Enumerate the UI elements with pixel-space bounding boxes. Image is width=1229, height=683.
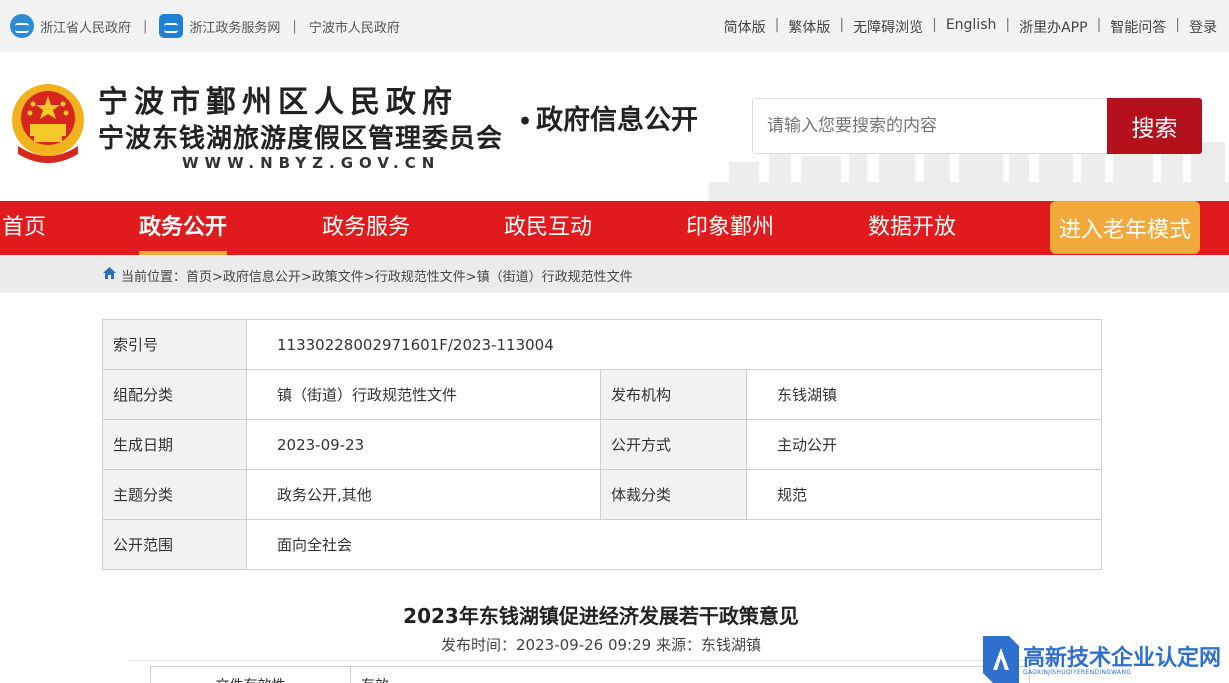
index-label: 索引号 xyxy=(102,319,247,370)
zhejiang-gov-link[interactable]: 浙江省人民政府 xyxy=(10,14,131,38)
watermark-pinyin: GAOXINJISHUQIYERENDINGWANG xyxy=(1023,669,1132,676)
national-emblem-icon xyxy=(12,84,84,163)
divider: | xyxy=(1005,17,1011,33)
zhejiang-service-link-text: 浙江政务服务网 xyxy=(189,20,281,36)
document-info-table: 索引号 11330228002971601F/2023-113004 组配分类 … xyxy=(102,319,1102,570)
date-label: 生成日期 xyxy=(102,419,247,470)
top-utility-bar: 浙江省人民政府 | 浙江政务服务网 | 宁波市人民政府 简体版 | 繁体版 | … xyxy=(0,0,1229,52)
divider: | xyxy=(292,18,297,34)
divider: | xyxy=(1096,17,1102,33)
divider: | xyxy=(932,17,937,33)
ningbo-gov-link-text: 宁波市人民政府 xyxy=(308,20,400,36)
section-title-dot: • xyxy=(518,109,533,135)
site-title-line2: 宁波东钱湖旅游度假区管理委员会 xyxy=(98,124,504,154)
source-value: 东钱湖镇 xyxy=(700,636,761,654)
search-box: 搜索 xyxy=(752,98,1202,154)
table-row: 主题分类 政务公开,其他 体裁分类 规范 xyxy=(102,469,1102,520)
ningbo-gov-link[interactable]: 宁波市人民政府 xyxy=(309,17,400,36)
index-value: 11330228002971601F/2023-113004 xyxy=(246,319,1102,370)
source-label: 来源： xyxy=(655,636,701,654)
zhejiang-gov-link-text: 浙江省人民政府 xyxy=(40,20,132,36)
nav-interaction[interactable]: 政民互动 xyxy=(504,201,592,255)
published-label: 发布时间： xyxy=(441,636,517,654)
nav-impression-yinzhou[interactable]: 印象鄞州 xyxy=(686,201,774,255)
top-left-links: 浙江省人民政府 | 浙江政务服务网 | 宁波市人民政府 xyxy=(10,14,400,38)
zhejiang-service-logo-icon xyxy=(159,14,184,38)
scope-value: 面向全社会 xyxy=(246,519,1102,570)
scope-label: 公开范围 xyxy=(102,519,247,570)
nav-home[interactable]: 首页 xyxy=(2,201,46,255)
breadcrumb-label: 当前位置： xyxy=(121,270,187,285)
watermark-title: 高新技术企业认定网 xyxy=(1023,646,1222,671)
watermark-logo-icon xyxy=(983,636,1019,683)
published-value: 2023-09-26 09:29 xyxy=(516,636,652,654)
home-icon xyxy=(103,267,116,279)
publisher-label: 发布机构 xyxy=(600,369,747,420)
divider: | xyxy=(774,17,780,33)
category-label: 组配分类 xyxy=(102,369,247,420)
table-row: 公开范围 面向全社会 xyxy=(102,519,1102,570)
simplified-chinese-link[interactable]: 简体版 xyxy=(724,17,766,37)
category-value: 镇（街道）行政规范性文件 xyxy=(246,369,601,420)
topic-label: 主题分类 xyxy=(102,469,247,520)
date-value: 2023-09-23 xyxy=(246,419,601,470)
zheliban-app-link[interactable]: 浙里办APP xyxy=(1019,17,1087,37)
table-row: 文件有效性 有效 xyxy=(150,666,1030,683)
section-title-text: 政府信息公开 xyxy=(536,105,699,136)
search-button[interactable]: 搜索 xyxy=(1107,98,1202,154)
section-title: • 政府信息公开 xyxy=(518,98,698,137)
nav-gov-services[interactable]: 政务服务 xyxy=(322,201,410,255)
divider: | xyxy=(1175,17,1180,33)
publisher-value: 东钱湖镇 xyxy=(746,369,1102,420)
breadcrumb-path[interactable]: 首页>政府信息公开>政策文件>行政规范性文件>镇（街道）行政规范性文件 xyxy=(186,270,633,285)
method-value: 主动公开 xyxy=(746,419,1102,470)
top-right-links: 简体版 | 繁体版 | 无障碍浏览 | English | 浙里办APP | 智… xyxy=(724,17,1217,37)
zhejiang-gov-logo-icon xyxy=(10,14,34,38)
search-input[interactable] xyxy=(753,99,1107,153)
validity-label: 文件有效性 xyxy=(150,666,351,683)
watermark: 高新技术企业认定网 GAOXINJISHUQIYERENDINGWANG xyxy=(983,636,1229,683)
validity-table: 文件有效性 有效 xyxy=(150,666,1030,683)
site-header: 宁波市鄞州区人民政府 宁波东钱湖旅游度假区管理委员会 WWW.NBYZ.GOV.… xyxy=(0,52,1229,201)
divider xyxy=(128,660,1056,661)
zhejiang-service-link[interactable]: 浙江政务服务网 xyxy=(159,14,280,38)
nav-open-data[interactable]: 数据开放 xyxy=(868,201,956,255)
validity-value: 有效 xyxy=(350,666,1030,683)
genre-label: 体裁分类 xyxy=(600,469,747,520)
english-link[interactable]: English xyxy=(946,17,997,37)
elder-mode-button[interactable]: 进入老年模式 xyxy=(1050,201,1200,254)
login-link[interactable]: 登录 xyxy=(1189,17,1217,37)
smart-qa-link[interactable]: 智能问答 xyxy=(1110,17,1166,37)
breadcrumb: 当前位置：首页>政府信息公开>政策文件>行政规范性文件>镇（街道）行政规范性文件 xyxy=(0,255,1229,293)
traditional-chinese-link[interactable]: 繁体版 xyxy=(788,17,830,37)
table-row: 索引号 11330228002971601F/2023-113004 xyxy=(102,319,1102,370)
main-nav: 首页 政务公开 政务服务 政民互动 印象鄞州 数据开放 进入老年模式 xyxy=(0,201,1229,255)
article-title: 2023年东钱湖镇促进经济发展若干政策意见 xyxy=(403,604,799,628)
table-row: 生成日期 2023-09-23 公开方式 主动公开 xyxy=(102,419,1102,470)
method-label: 公开方式 xyxy=(600,419,747,470)
genre-value: 规范 xyxy=(746,469,1102,520)
site-domain: WWW.NBYZ.GOV.CN xyxy=(182,154,441,172)
table-row: 组配分类 镇（街道）行政规范性文件 发布机构 东钱湖镇 xyxy=(102,369,1102,420)
topic-value: 政务公开,其他 xyxy=(246,469,601,520)
divider: | xyxy=(143,18,148,34)
nav-gov-affairs-open[interactable]: 政务公开 xyxy=(139,201,228,255)
breadcrumb-text: 当前位置：首页>政府信息公开>政策文件>行政规范性文件>镇（街道）行政规范性文件 xyxy=(121,266,633,285)
accessibility-link[interactable]: 无障碍浏览 xyxy=(853,17,923,37)
site-title-line1: 宁波市鄞州区人民政府 xyxy=(98,85,458,120)
divider: | xyxy=(839,17,845,33)
